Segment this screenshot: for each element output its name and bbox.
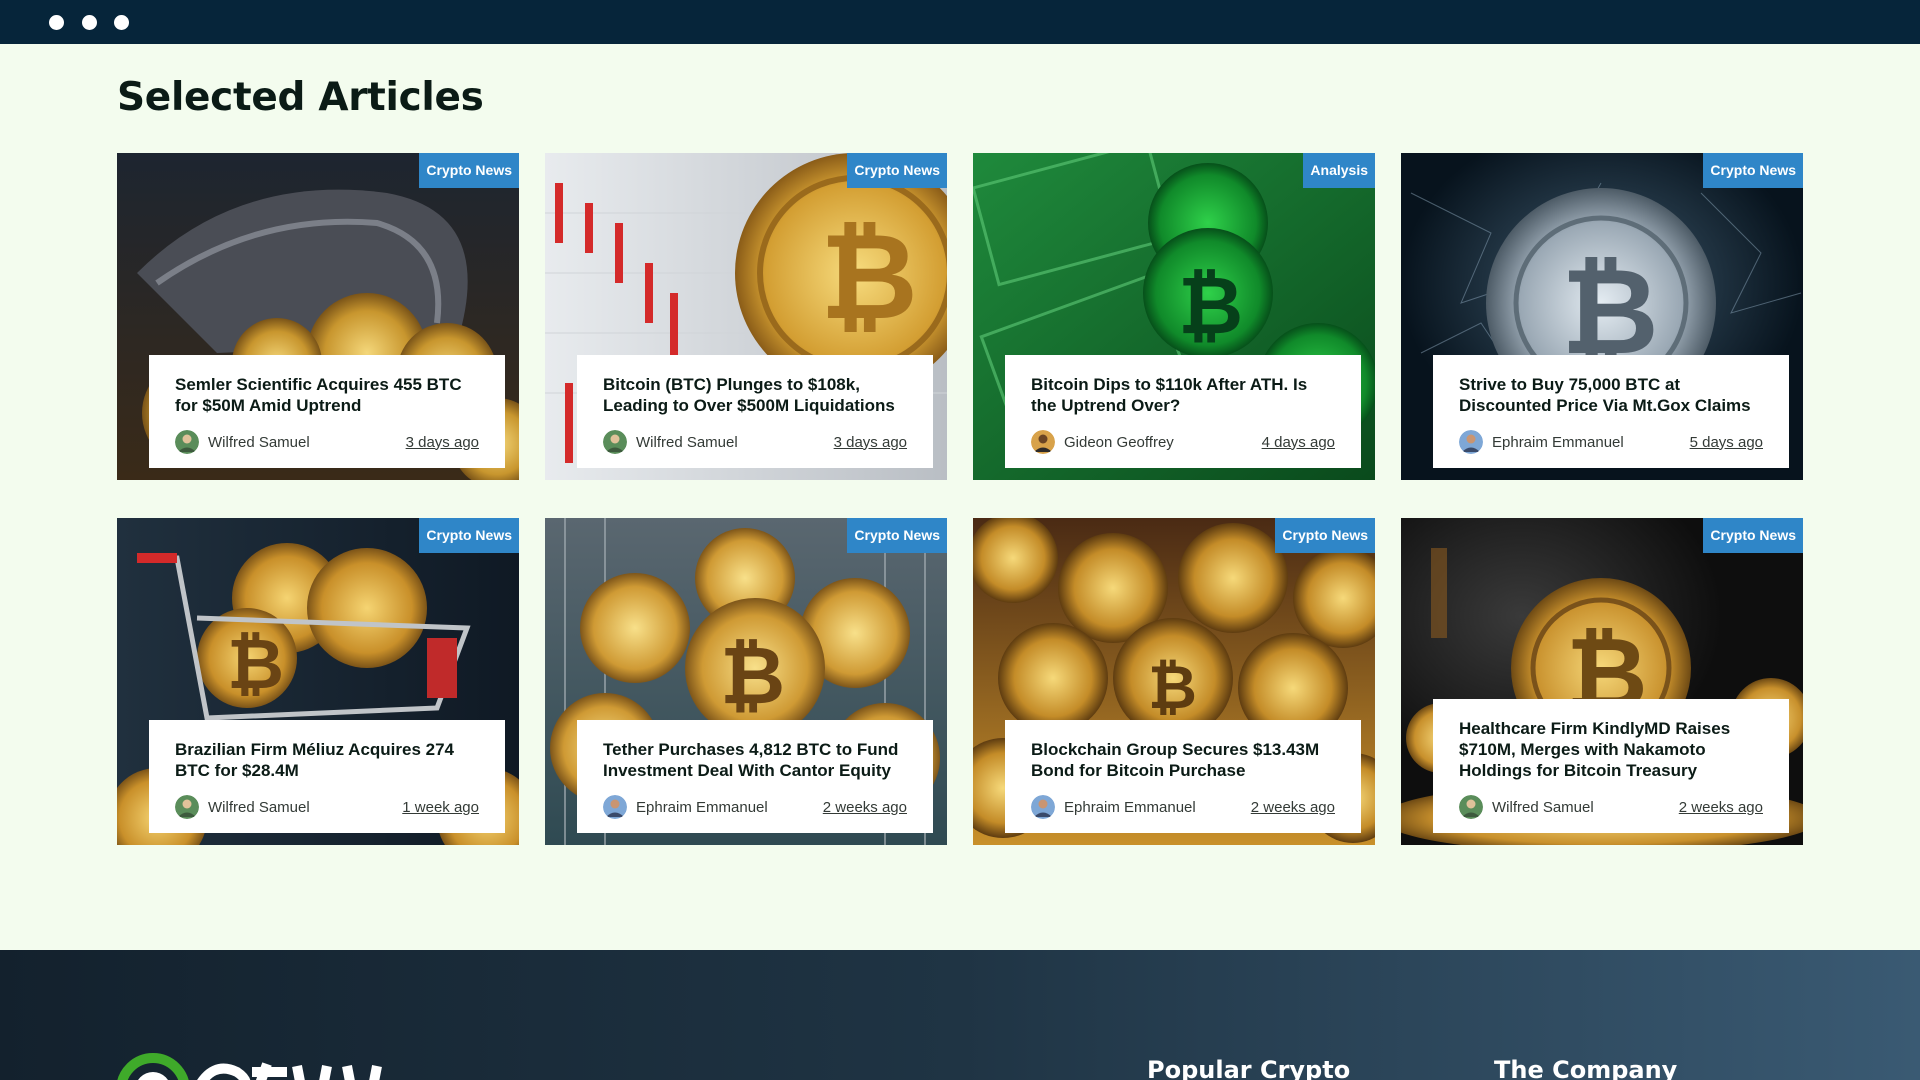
svg-text:₿: ₿ bbox=[1178, 259, 1243, 352]
published-time[interactable]: 3 days ago bbox=[406, 434, 479, 451]
footer-heading-popular-crypto: Popular Crypto bbox=[1147, 1056, 1351, 1080]
window-minimize-control[interactable] bbox=[82, 15, 97, 30]
svg-text:₿: ₿ bbox=[820, 208, 918, 347]
article-title[interactable]: Blockchain Group Secures $13.43M Bond fo… bbox=[1031, 739, 1335, 781]
article-meta: Gideon Geoffrey 4 days ago bbox=[1031, 430, 1335, 454]
published-time[interactable]: 1 week ago bbox=[402, 799, 479, 816]
article-card[interactable]: ₿ Analysis Bitcoin Dips to $110k After A… bbox=[973, 153, 1375, 480]
article-meta: Ephraim Emmanuel 2 weeks ago bbox=[603, 795, 907, 819]
svg-text:₿: ₿ bbox=[1148, 653, 1197, 723]
article-meta: Wilfred Samuel 1 week ago bbox=[175, 795, 479, 819]
avatar bbox=[175, 795, 199, 819]
published-time[interactable]: 2 weeks ago bbox=[1679, 799, 1763, 816]
article-title[interactable]: Semler Scientific Acquires 455 BTC for $… bbox=[175, 374, 479, 416]
author-name[interactable]: Ephraim Emmanuel bbox=[1492, 434, 1690, 451]
article-card[interactable]: ₿ Crypto News Brazilian Firm Méliuz Acqu… bbox=[117, 518, 519, 845]
article-card[interactable]: ₿ Crypto News Healthcare Firm KindlyMD R… bbox=[1401, 518, 1803, 845]
article-card[interactable]: ₿ Crypto News Strive to Buy 75,000 BTC a… bbox=[1401, 153, 1803, 480]
category-tag[interactable]: Crypto News bbox=[847, 518, 947, 553]
window-close-control[interactable] bbox=[49, 15, 64, 30]
published-time[interactable]: 4 days ago bbox=[1262, 434, 1335, 451]
article-info: Strive to Buy 75,000 BTC at Discounted P… bbox=[1433, 355, 1789, 468]
article-card[interactable]: ₿ Crypto News Tether Purchases 4,812 BTC… bbox=[545, 518, 947, 845]
avatar bbox=[1459, 795, 1483, 819]
published-time[interactable]: 3 days ago bbox=[834, 434, 907, 451]
article-title[interactable]: Healthcare Firm KindlyMD Raises $710M, M… bbox=[1459, 718, 1763, 781]
article-title[interactable]: Bitcoin (BTC) Plunges to $108k, Leading … bbox=[603, 374, 907, 416]
article-meta: Ephraim Emmanuel 5 days ago bbox=[1459, 430, 1763, 454]
avatar bbox=[1031, 795, 1055, 819]
article-info: Blockchain Group Secures $13.43M Bond fo… bbox=[1005, 720, 1361, 833]
svg-text:₿: ₿ bbox=[720, 629, 785, 722]
author-name[interactable]: Wilfred Samuel bbox=[1492, 799, 1679, 816]
avatar bbox=[603, 795, 627, 819]
article-meta: Wilfred Samuel 3 days ago bbox=[175, 430, 479, 454]
article-title[interactable]: Tether Purchases 4,812 BTC to Fund Inves… bbox=[603, 739, 907, 781]
article-info: Tether Purchases 4,812 BTC to Fund Inves… bbox=[577, 720, 933, 833]
article-meta: Wilfred Samuel 2 weeks ago bbox=[1459, 795, 1763, 819]
category-tag[interactable]: Crypto News bbox=[1703, 518, 1803, 553]
category-tag[interactable]: Crypto News bbox=[419, 153, 519, 188]
author-name[interactable]: Ephraim Emmanuel bbox=[636, 799, 823, 816]
window-maximize-control[interactable] bbox=[114, 15, 129, 30]
site-logo[interactable] bbox=[117, 1052, 387, 1080]
article-card[interactable]: ₿ Crypto News Blockchain Group Secures $… bbox=[973, 518, 1375, 845]
published-time[interactable]: 5 days ago bbox=[1690, 434, 1763, 451]
footer-heading-the-company: The Company bbox=[1494, 1056, 1678, 1080]
author-name[interactable]: Ephraim Emmanuel bbox=[1064, 799, 1251, 816]
article-info: Brazilian Firm Méliuz Acquires 274 BTC f… bbox=[149, 720, 505, 833]
article-info: Healthcare Firm KindlyMD Raises $710M, M… bbox=[1433, 699, 1789, 833]
published-time[interactable]: 2 weeks ago bbox=[1251, 799, 1335, 816]
section-title: Selected Articles bbox=[117, 75, 484, 120]
avatar bbox=[175, 430, 199, 454]
article-meta: Ephraim Emmanuel 2 weeks ago bbox=[1031, 795, 1335, 819]
article-info: Bitcoin Dips to $110k After ATH. Is the … bbox=[1005, 355, 1361, 468]
category-tag[interactable]: Crypto News bbox=[1275, 518, 1375, 553]
avatar bbox=[1459, 430, 1483, 454]
author-name[interactable]: Wilfred Samuel bbox=[208, 434, 406, 451]
article-card[interactable]: Crypto News Semler Scientific Acquires 4… bbox=[117, 153, 519, 480]
article-title[interactable]: Bitcoin Dips to $110k After ATH. Is the … bbox=[1031, 374, 1335, 416]
article-info: Bitcoin (BTC) Plunges to $108k, Leading … bbox=[577, 355, 933, 468]
author-name[interactable]: Wilfred Samuel bbox=[636, 434, 834, 451]
category-tag[interactable]: Analysis bbox=[1303, 153, 1375, 188]
category-tag[interactable]: Crypto News bbox=[419, 518, 519, 553]
avatar bbox=[603, 430, 627, 454]
avatar bbox=[1031, 430, 1055, 454]
article-info: Semler Scientific Acquires 455 BTC for $… bbox=[149, 355, 505, 468]
article-title[interactable]: Brazilian Firm Méliuz Acquires 274 BTC f… bbox=[175, 739, 479, 781]
article-title[interactable]: Strive to Buy 75,000 BTC at Discounted P… bbox=[1459, 374, 1763, 416]
article-meta: Wilfred Samuel 3 days ago bbox=[603, 430, 907, 454]
author-name[interactable]: Wilfred Samuel bbox=[208, 799, 402, 816]
published-time[interactable]: 2 weeks ago bbox=[823, 799, 907, 816]
category-tag[interactable]: Crypto News bbox=[1703, 153, 1803, 188]
article-card[interactable]: ₿ Crypto News Bitcoin (BTC) Plunges to $… bbox=[545, 153, 947, 480]
author-name[interactable]: Gideon Geoffrey bbox=[1064, 434, 1262, 451]
window-titlebar bbox=[0, 0, 1920, 44]
svg-text:₿: ₿ bbox=[227, 623, 284, 705]
category-tag[interactable]: Crypto News bbox=[847, 153, 947, 188]
